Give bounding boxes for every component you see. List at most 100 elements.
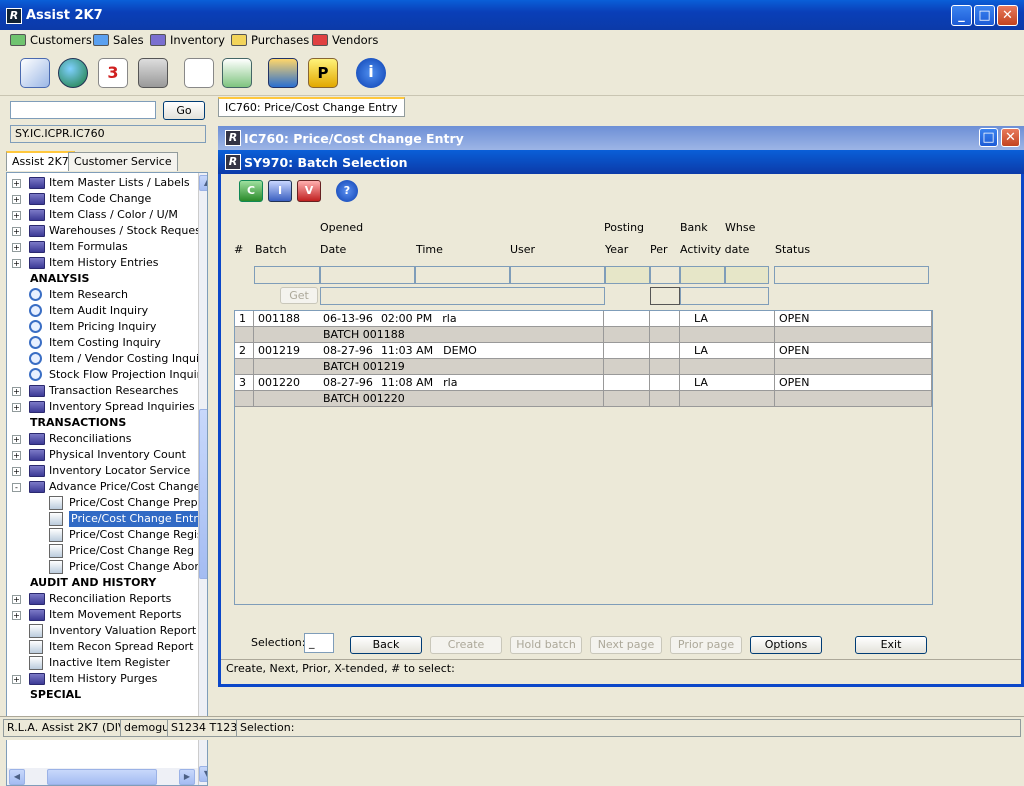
scroll-up-button[interactable]: ▲	[199, 175, 207, 191]
options-button[interactable]: Options	[750, 636, 822, 654]
expand-icon[interactable]: +	[12, 179, 21, 188]
grid-cell[interactable]	[650, 391, 680, 407]
tree-item[interactable]: Price/Cost Change Regist	[7, 527, 207, 543]
expand-icon[interactable]: +	[12, 227, 21, 236]
tree-item[interactable]: + Reconciliation Reports	[7, 591, 197, 607]
tree-item[interactable]: Item Costing Inquiry	[7, 335, 197, 351]
bank-filter-field[interactable]	[680, 266, 725, 284]
grid-cell[interactable]	[650, 327, 680, 343]
expand-icon[interactable]: +	[12, 435, 21, 444]
grid-cell[interactable]	[254, 359, 320, 375]
tree-item[interactable]: + Item History Entries	[7, 255, 197, 271]
tree-item[interactable]: + Item Formulas	[7, 239, 197, 255]
grid-cell[interactable]: 3	[235, 375, 254, 391]
grid-cell[interactable]	[680, 391, 775, 407]
globe-icon[interactable]	[58, 58, 88, 88]
tree-vertical-scrollbar[interactable]: ▲ ▼	[198, 173, 207, 785]
date-filter-field[interactable]	[320, 266, 415, 284]
tree-item[interactable]: Item Research	[7, 287, 197, 303]
tree-item[interactable]: Item / Vendor Costing Inquiry	[7, 351, 207, 367]
grid-cell[interactable]: LA	[680, 375, 775, 391]
grid-cell[interactable]	[775, 359, 932, 375]
tab-customer-service[interactable]: Customer Service	[68, 152, 178, 171]
tree-item[interactable]: + Inventory Locator Service	[7, 463, 197, 479]
info-icon[interactable]: i	[356, 58, 386, 88]
expand-icon[interactable]: +	[12, 403, 21, 412]
hold-batch-button[interactable]: Hold batch	[510, 636, 582, 654]
tree-item[interactable]: + Inventory Spread Inquiries	[7, 399, 197, 415]
back-button[interactable]: Back	[350, 636, 422, 654]
grid-cell[interactable]: 2	[235, 343, 254, 359]
expand-icon[interactable]: +	[12, 387, 21, 396]
collapse-icon[interactable]: -	[12, 483, 21, 492]
i-icon[interactable]: I	[268, 180, 292, 202]
tree-item[interactable]: + Item Class / Color / U/M	[7, 207, 197, 223]
expand-icon[interactable]: +	[12, 195, 21, 204]
tree-horizontal-scrollbar[interactable]: ◀ ▶	[7, 768, 198, 785]
menu-sales[interactable]: Sales	[93, 32, 144, 48]
year-filter-field[interactable]	[605, 266, 650, 284]
v-icon[interactable]: V	[297, 180, 321, 202]
tree-item[interactable]: + Reconciliations	[7, 431, 197, 447]
grid-cell[interactable]	[650, 359, 680, 375]
grid-cell[interactable]	[235, 391, 254, 407]
tree-item[interactable]: + Item Master Lists / Labels	[7, 175, 197, 191]
expand-icon[interactable]: +	[12, 675, 21, 684]
scroll-down-button[interactable]: ▼	[199, 766, 207, 782]
search-input[interactable]	[10, 101, 156, 119]
grid-cell[interactable]	[604, 343, 650, 359]
tree-item[interactable]: Item Audit Inquiry	[7, 303, 197, 319]
grid-cell[interactable]	[604, 359, 650, 375]
grid-cell[interactable]: OPEN	[775, 343, 932, 359]
menu-vendors[interactable]: Vendors	[312, 32, 378, 48]
grid-cell[interactable]	[604, 391, 650, 407]
menu-purchases[interactable]: Purchases	[231, 32, 309, 48]
tree-item[interactable]: Item Pricing Inquiry	[7, 319, 197, 335]
grid-cell[interactable]	[775, 327, 932, 343]
grid-cell[interactable]: 06-13-96 02:00 PM rla	[319, 311, 604, 327]
tree-item[interactable]: Price/Cost Change Abort	[7, 559, 203, 575]
outlook-icon[interactable]	[268, 58, 298, 88]
ic760-maximize-button[interactable]: □	[979, 128, 998, 147]
tree-item[interactable]: Inactive Item Register	[7, 655, 197, 671]
grid-cell[interactable]: BATCH 001188	[319, 327, 604, 343]
tree-item[interactable]: Stock Flow Projection Inquiry	[7, 367, 207, 383]
selection-input[interactable]: _	[304, 633, 334, 653]
grid-cell[interactable]: OPEN	[775, 375, 932, 391]
grid-cell[interactable]	[235, 359, 254, 375]
whse-filter-field[interactable]	[725, 266, 769, 284]
get-button[interactable]: Get	[280, 287, 318, 304]
status-filter-field[interactable]	[774, 266, 929, 284]
tree-item[interactable]: - Advance Price/Cost Change	[7, 479, 200, 495]
grid-cell[interactable]	[604, 327, 650, 343]
help-icon[interactable]: ?	[336, 180, 358, 202]
expand-icon[interactable]: +	[12, 211, 21, 220]
tree-item[interactable]: + Item History Purges	[7, 671, 197, 687]
tab-assist-2k7[interactable]: Assist 2K7	[6, 151, 75, 171]
grid-cell[interactable]	[680, 359, 775, 375]
grid-cell[interactable]: LA	[680, 343, 775, 359]
user-filter-field[interactable]	[510, 266, 605, 284]
create-button[interactable]: Create	[430, 636, 502, 654]
minimize-button[interactable]: _	[951, 5, 972, 26]
exit-button[interactable]: Exit	[855, 636, 927, 654]
grid-cell[interactable]: 08-27-96 11:08 AM rla	[319, 375, 604, 391]
expand-icon[interactable]: +	[12, 243, 21, 252]
grid-cell[interactable]: BATCH 001219	[319, 359, 604, 375]
grid-cell[interactable]	[650, 311, 680, 327]
grid-cell[interactable]	[650, 343, 680, 359]
grid-cell[interactable]	[775, 391, 932, 407]
scroll-thumb[interactable]	[199, 409, 207, 579]
menu-inventory[interactable]: Inventory	[150, 32, 225, 48]
chart-icon[interactable]	[222, 58, 252, 88]
grid-cell[interactable]	[254, 327, 320, 343]
tree-item[interactable]: + Transaction Researches	[7, 383, 197, 399]
expand-icon[interactable]: +	[12, 451, 21, 460]
menu-customers[interactable]: Customers	[10, 32, 92, 48]
tree-item[interactable]: Price/Cost Change Entry	[7, 511, 207, 527]
tree-item[interactable]: Price/Cost Change Reg U	[7, 543, 206, 559]
grid-cell[interactable]: BATCH 001220	[319, 391, 604, 407]
grid-cell[interactable]: 08-27-96 11:03 AM DEMO	[319, 343, 604, 359]
expand-icon[interactable]: +	[12, 467, 21, 476]
grid-cell[interactable]: 001220	[254, 375, 320, 391]
